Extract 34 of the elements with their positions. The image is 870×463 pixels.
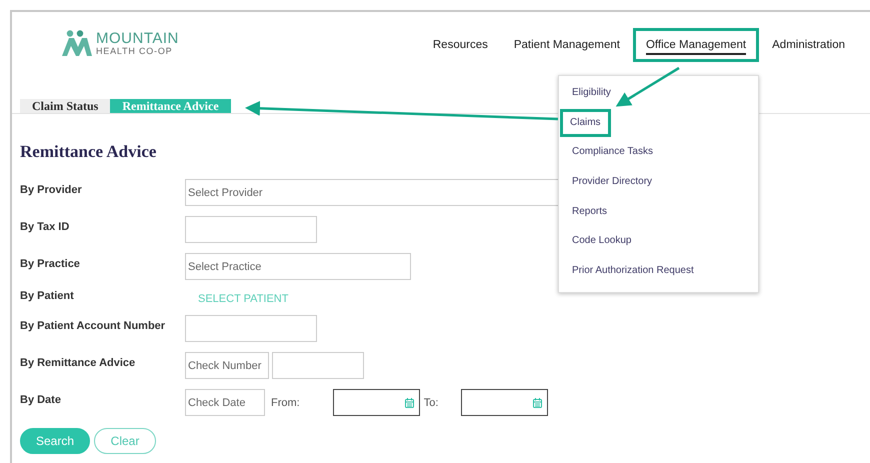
page-heading: Remittance Advice [20, 142, 156, 162]
input-field[interactable]: Check Date [185, 389, 265, 416]
logo-tagline: HEALTH CO-OP [96, 46, 174, 56]
field-label: By Remittance Advice [20, 356, 136, 369]
date-field[interactable] [332, 389, 420, 416]
from-label: From: [271, 396, 300, 408]
annotation-arrow [616, 66, 680, 107]
logo-name: MOUNTAIN [96, 30, 179, 46]
nav-item[interactable]: Patient Management [500, 28, 633, 62]
nav-item[interactable]: Resources [420, 28, 501, 62]
to-label: To: [424, 396, 438, 408]
nav-item[interactable]: Administration [759, 28, 858, 62]
nav-item[interactable]: Office Management [632, 28, 760, 62]
menu-item[interactable]: Claims [560, 108, 611, 137]
input-field[interactable] [272, 352, 364, 379]
field-label: By Patient Account Number [20, 319, 166, 332]
input-field[interactable] [185, 315, 317, 342]
input-field[interactable] [185, 216, 317, 243]
date-field[interactable] [461, 389, 548, 416]
logo-icon [62, 30, 92, 56]
field-label: By Patient [20, 290, 75, 302]
menu-item[interactable]: Code Lookup [560, 227, 644, 256]
menu-item[interactable]: Prior Authorization Request [560, 257, 706, 286]
field-label: By Tax ID [20, 220, 70, 233]
calendar-icon [404, 398, 414, 408]
menu-item[interactable]: Compliance Tasks [560, 138, 665, 166]
calendar-icon [533, 398, 542, 408]
field-label: By Date [20, 393, 62, 406]
menu-item[interactable]: Eligibility [560, 79, 623, 107]
tab[interactable]: Claim Status [20, 99, 110, 113]
input-field[interactable]: Select Practice [185, 253, 411, 280]
input-field[interactable]: Check Number [185, 352, 269, 379]
field-label: By Provider [20, 183, 83, 196]
field-label: By Practice [20, 257, 81, 270]
